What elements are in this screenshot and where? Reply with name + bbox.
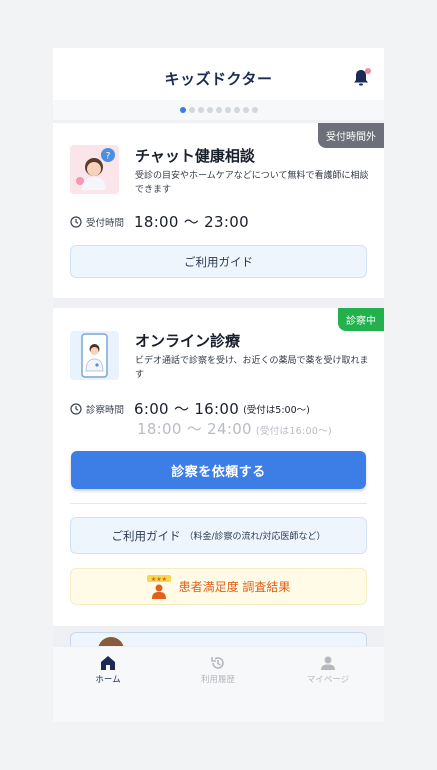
person-icon <box>321 656 335 670</box>
request-consultation-label: 診察を依頼する <box>171 464 266 480</box>
tab-history[interactable]: 利用履歴 <box>178 655 258 685</box>
online-guide-note: （料金/診察の流れ/対応医師など） <box>184 532 326 542</box>
satisfaction-survey-button[interactable]: ★★★ 患者満足度 調査結果 <box>70 568 367 605</box>
chat-card-description: 受診の目安やホームケアなどについて無料で看護師に相談できます <box>135 171 369 195</box>
svg-text:?: ? <box>106 152 111 162</box>
chat-hours-label: 受付時間 <box>86 217 125 229</box>
online-guide-button[interactable]: ご利用ガイド （料金/診察の流れ/対応医師など） <box>70 517 367 554</box>
chat-hours-row: 受付時間 18:00 〜 23:00 <box>70 211 249 232</box>
chat-consultation-card[interactable]: 受付時間外 ? チャット健康相談 受診の目安やホームケアなどについて無料で看護師… <box>53 123 384 298</box>
app-header: キッズドクター <box>53 48 384 100</box>
online-guide-label: ご利用ガイド <box>111 528 181 543</box>
chat-guide-label: ご利用ガイド <box>184 254 253 269</box>
home-icon <box>101 656 115 670</box>
carousel-dot[interactable] <box>206 107 213 113</box>
carousel-dot[interactable] <box>197 107 204 113</box>
carousel-dot[interactable] <box>224 107 231 113</box>
carousel-dot[interactable] <box>215 107 222 113</box>
carousel-dot[interactable] <box>251 107 258 113</box>
nurse-illustration: ? <box>70 145 119 194</box>
tab-mypage[interactable]: マイページ <box>288 655 368 685</box>
online-hours-row: 診察時間 6:00 〜 16:00 (受付は5:00〜) <box>70 398 310 419</box>
notification-bell-icon[interactable] <box>352 68 371 88</box>
tab-history-label: 利用履歴 <box>200 675 235 685</box>
status-badge-closed: 受付時間外 <box>318 123 384 148</box>
online-card-title: オンライン診療 <box>135 332 241 350</box>
carousel-indicator <box>53 100 384 120</box>
online-hours-secondary-row: 18:00 〜 24:00 (受付は16:00〜) <box>137 418 332 439</box>
tab-home-label: ホーム <box>95 675 121 685</box>
bottom-tab-bar: ホーム 利用履歴 マイページ <box>53 646 384 722</box>
clock-icon <box>70 402 82 415</box>
chat-card-title: チャット健康相談 <box>135 147 255 165</box>
history-icon <box>211 657 224 669</box>
online-hours-secondary: 18:00 〜 24:00 <box>137 420 252 438</box>
online-hours-label: 診察時間 <box>86 404 125 416</box>
online-hours-primary: 6:00 〜 16:00 <box>134 400 240 418</box>
online-consultation-card[interactable]: 診察中 オンライン診療 ビデオ通話で診察を受け、お近くの薬局で薬を受け取れます … <box>53 308 384 626</box>
survey-label: 患者満足度 調査結果 <box>178 580 291 594</box>
notification-dot <box>365 68 371 74</box>
divider <box>70 503 367 504</box>
chat-guide-button[interactable]: ご利用ガイド <box>70 245 367 278</box>
app-screen: キッズドクター 受付時間外 ? チャット健康相談 受診の目安やホームケアなどにつ… <box>53 48 384 722</box>
survey-stars: ★★★ <box>151 576 167 583</box>
carousel-dot[interactable] <box>188 107 195 113</box>
carousel-dot[interactable] <box>233 107 240 113</box>
request-consultation-button[interactable]: 診察を依頼する <box>71 451 366 489</box>
online-hours-secondary-note: (受付は16:00〜) <box>255 426 332 437</box>
carousel-dot[interactable] <box>242 107 249 113</box>
status-badge-open: 診察中 <box>338 308 384 331</box>
doctor-phone-illustration <box>70 331 119 380</box>
clock-icon <box>70 215 82 228</box>
chat-hours-value: 18:00 〜 23:00 <box>134 213 249 231</box>
tab-mypage-label: マイページ <box>306 675 350 685</box>
rated-person-icon: ★★★ <box>146 574 171 599</box>
tab-home[interactable]: ホーム <box>68 655 148 685</box>
carousel-dot-active[interactable] <box>179 107 186 113</box>
online-hours-primary-note: (受付は5:00〜) <box>243 404 310 416</box>
app-title: キッズドクター <box>164 70 273 88</box>
online-card-description: ビデオ通話で診察を受け、お近くの薬局で薬を受け取れます <box>135 356 369 380</box>
